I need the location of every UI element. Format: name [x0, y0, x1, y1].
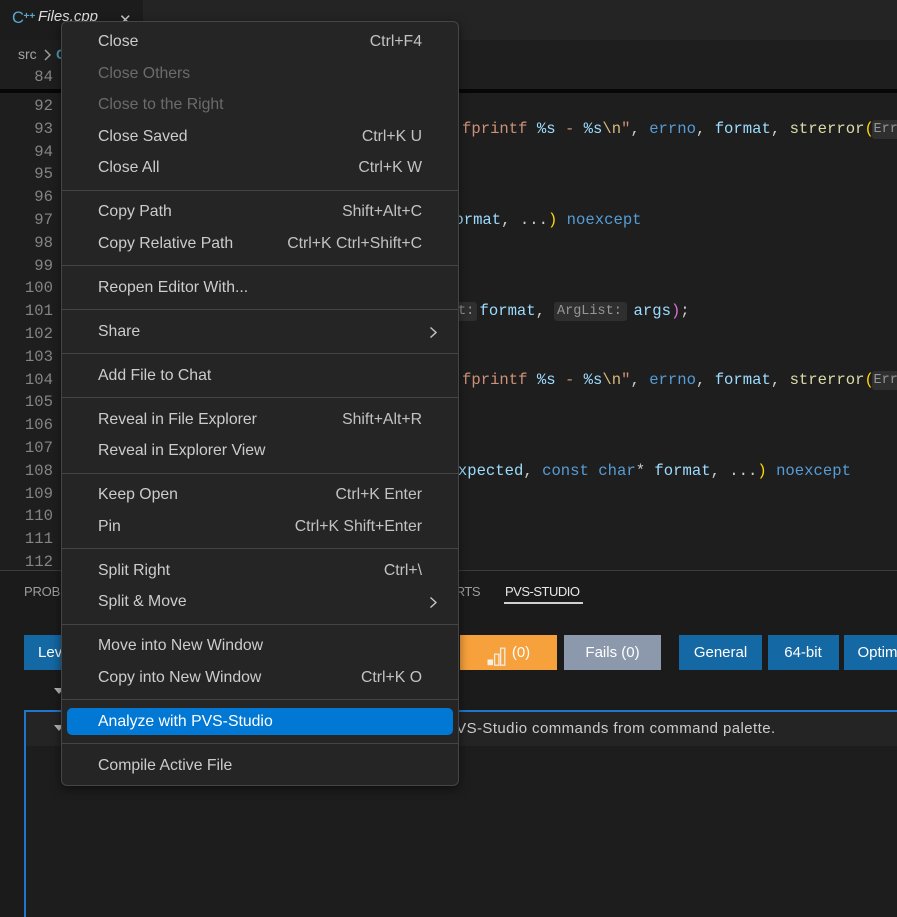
svg-text:C: C — [12, 9, 24, 27]
svg-text:++: ++ — [24, 11, 36, 22]
